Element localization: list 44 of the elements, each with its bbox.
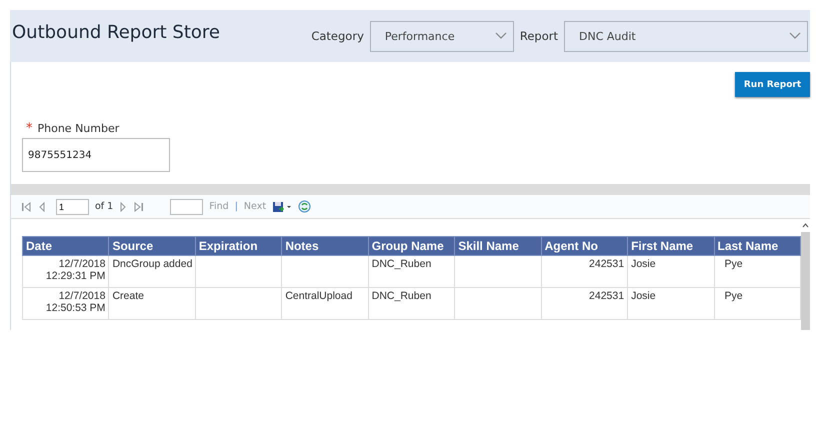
table-cell: CentralUpload [285, 290, 352, 302]
chevron-down-icon [494, 32, 507, 40]
column-header: Date [22, 236, 109, 256]
table-cell: 12/7/2018 12:50:53 PM [46, 290, 106, 314]
save-dropdown-icon[interactable] [272, 200, 292, 212]
phone-number-field[interactable]: 9875551234 [22, 138, 170, 172]
required-mark: * [26, 121, 32, 136]
find-field[interactable] [170, 198, 204, 214]
filter-label: Category [311, 29, 364, 43]
table-cell: Josie [631, 258, 656, 270]
table-cell: Josie [631, 290, 656, 302]
chevron-down-icon [789, 32, 801, 40]
table-cell: 242531 [589, 290, 624, 302]
column-header: Expiration [195, 236, 282, 256]
dropdown[interactable]: DNC Audit [564, 20, 808, 52]
table-cell: Pye [724, 258, 743, 270]
page-title: Outbound Report Store [11, 22, 220, 42]
column-header: Group Name [368, 236, 455, 256]
refresh-icon[interactable] [298, 200, 312, 213]
table-cell: DncGroup added [112, 258, 192, 270]
table-cell: 12/7/2018 12:29:31 PM [46, 258, 106, 282]
run-report-button[interactable]: Run Report [735, 72, 810, 97]
column-header: Last Name [714, 236, 800, 256]
column-header: Source [108, 236, 196, 256]
column-header: First Name [628, 236, 714, 256]
filter-label: Report [520, 29, 558, 43]
dropdown[interactable]: Performance [370, 20, 514, 52]
table-cell: DNC_Ruben [372, 290, 432, 302]
page-number-field[interactable]: 1 [56, 198, 89, 214]
previous-page-icon[interactable] [38, 202, 46, 212]
page-count: of 1 [95, 201, 114, 212]
scroll-up-icon[interactable] [802, 223, 809, 228]
next-page-icon[interactable] [119, 202, 128, 212]
column-header: Agent No [541, 236, 628, 256]
table-cell: Create [112, 290, 144, 302]
separator: | [234, 201, 238, 212]
table-cell: 242531 [589, 258, 624, 270]
table-cell: Pye [724, 290, 743, 302]
first-page-icon[interactable] [21, 202, 32, 212]
field-label: Phone Number [38, 122, 120, 135]
column-header: Notes [282, 236, 368, 256]
table-cell: DNC_Ruben [372, 258, 432, 270]
last-page-icon[interactable] [133, 202, 144, 212]
column-header: Skill Name [454, 236, 542, 256]
